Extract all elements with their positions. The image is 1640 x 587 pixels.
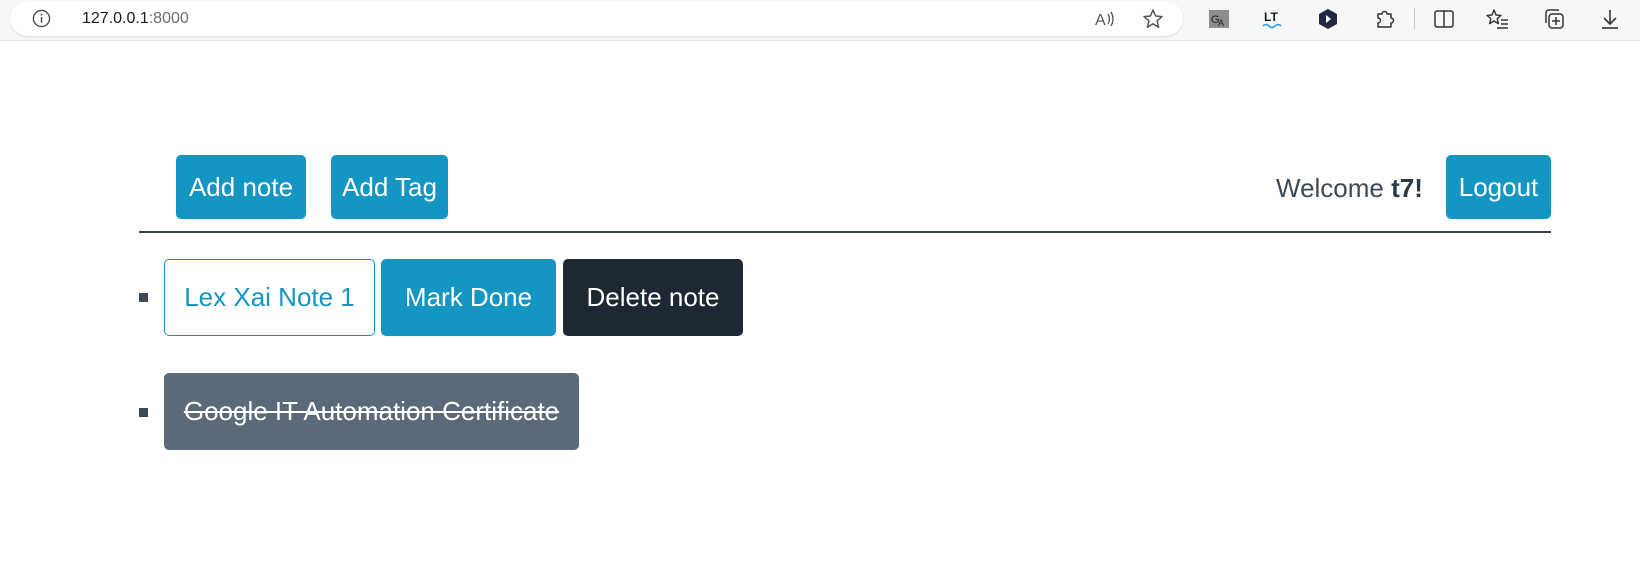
- url-host: 127.0.0.1: [82, 10, 149, 27]
- header-divider: [139, 231, 1551, 233]
- list-bullet: [139, 293, 148, 302]
- url-text[interactable]: 127.0.0.1:8000: [82, 9, 189, 28]
- svg-text:A: A: [1095, 12, 1106, 29]
- note-title-button[interactable]: Lex Xai Note 1: [164, 259, 375, 336]
- username: t7!: [1391, 173, 1423, 203]
- extensions-puzzle-icon[interactable]: [1371, 6, 1397, 32]
- svg-text:LT: LT: [1264, 10, 1278, 24]
- welcome-prefix: Welcome: [1276, 173, 1392, 203]
- collections-icon[interactable]: [1541, 6, 1567, 32]
- mark-done-button[interactable]: Mark Done: [381, 259, 556, 336]
- favorites-list-icon[interactable]: [1485, 6, 1511, 32]
- list-bullet: [139, 408, 148, 417]
- dark-extension-icon[interactable]: [1315, 6, 1341, 32]
- welcome-message: Welcome t7!: [1276, 168, 1423, 208]
- url-port: :8000: [148, 10, 189, 27]
- downloads-icon[interactable]: [1597, 6, 1623, 32]
- toolbar-separator: [1414, 8, 1415, 29]
- info-icon[interactable]: [32, 9, 51, 28]
- address-bar[interactable]: 127.0.0.1:8000 A: [10, 1, 1183, 36]
- logout-button[interactable]: Logout: [1446, 155, 1551, 219]
- svg-text:A: A: [1218, 18, 1224, 28]
- translate-extension-icon[interactable]: G A: [1206, 6, 1232, 32]
- split-screen-icon[interactable]: [1431, 6, 1457, 32]
- add-tag-button[interactable]: Add Tag: [331, 155, 448, 219]
- delete-note-button[interactable]: Delete note: [563, 259, 743, 336]
- add-note-button[interactable]: Add note: [176, 155, 306, 219]
- languagetool-extension-icon[interactable]: LT: [1260, 6, 1286, 32]
- favorite-star-icon[interactable]: [1141, 7, 1165, 31]
- browser-toolbar: 127.0.0.1:8000 A G A LT: [0, 0, 1640, 41]
- done-note-title-button[interactable]: Google IT Automation Certificate: [164, 373, 579, 450]
- read-aloud-icon[interactable]: A: [1093, 7, 1117, 31]
